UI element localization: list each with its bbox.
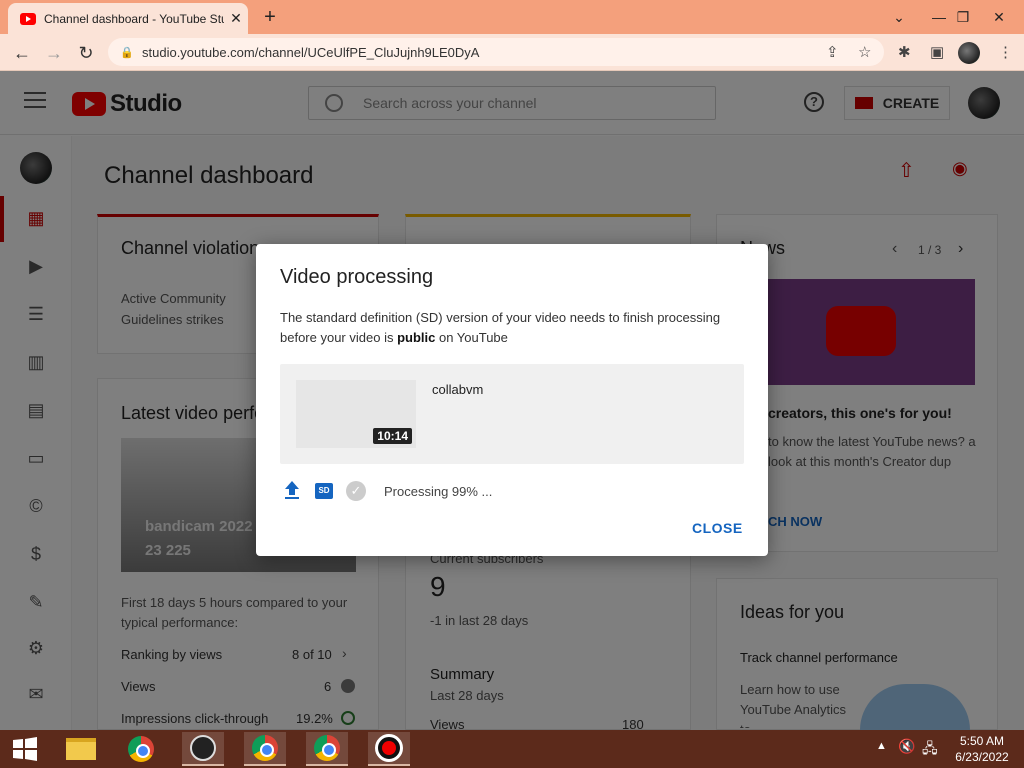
checks-complete-icon: ✓ (346, 481, 366, 501)
record-icon (375, 734, 403, 762)
new-tab-button[interactable]: + (258, 6, 282, 28)
tray-overflow-icon[interactable]: ▲ (876, 740, 887, 752)
share-icon[interactable]: ⇪ (826, 43, 839, 61)
url-field[interactable]: 🔒 studio.youtube.com/channel/UCeUlfPE_Cl… (108, 38, 884, 66)
close-button[interactable]: CLOSE (692, 520, 743, 536)
video-processing-dialog: Video processing The standard definition… (256, 244, 768, 556)
recorder-app[interactable] (368, 732, 410, 766)
side-panel-icon[interactable]: ▣ (930, 43, 944, 61)
clock-time: 5:50 AM (959, 734, 1005, 748)
youtube-favicon-icon (20, 12, 36, 25)
upload-icon (285, 481, 299, 499)
dialog-title: Video processing (280, 266, 434, 288)
chrome-profile-app[interactable] (244, 732, 286, 766)
chrome-profile-app-2[interactable] (306, 732, 348, 766)
visibility-status: public (397, 330, 436, 345)
obs-app[interactable] (182, 732, 224, 766)
obs-icon (190, 735, 216, 761)
video-thumbnail[interactable]: 10:14 (296, 380, 416, 448)
video-duration: 10:14 (373, 428, 412, 444)
sd-processing-icon: SD (315, 483, 333, 499)
browser-menu-icon[interactable]: ⋮ (998, 43, 1013, 61)
reload-icon[interactable]: ↻ (74, 41, 98, 65)
browser-tab[interactable]: Channel dashboard - YouTube Studio ✕ (8, 3, 248, 34)
start-button[interactable] (4, 732, 46, 766)
bookmark-star-icon[interactable]: ☆ (858, 43, 871, 61)
tab-search-icon[interactable]: ⌄ (882, 0, 916, 34)
system-clock[interactable]: 5:50 AM 6/23/2022 (950, 733, 1014, 765)
windows-logo-icon (13, 737, 37, 761)
video-item: 10:14 collabvm (280, 364, 744, 464)
network-icon[interactable]: 🖧 (922, 738, 938, 762)
chrome-icon (128, 736, 154, 762)
url-text: studio.youtube.com/channel/UCeUlfPE_CluJ… (142, 44, 480, 60)
clock-date: 6/23/2022 (955, 750, 1009, 764)
back-arrow-icon[interactable]: ← (10, 41, 34, 65)
dialog-message: The standard definition (SD) version of … (280, 310, 721, 345)
volume-muted-icon[interactable]: 🔇 (898, 738, 915, 755)
tab-title: Channel dashboard - YouTube Studio (44, 11, 224, 26)
processing-status: Processing 99% ... (384, 484, 493, 499)
forward-arrow-icon[interactable]: → (42, 41, 66, 65)
profile-avatar[interactable] (958, 42, 980, 64)
close-window-button[interactable]: ✕ (982, 0, 1016, 34)
restore-button[interactable]: ❐ (946, 0, 980, 34)
tab-close-icon[interactable]: ✕ (224, 10, 248, 27)
file-explorer-app[interactable] (60, 732, 102, 766)
chrome-icon (252, 735, 278, 761)
video-title: collabvm (432, 382, 484, 397)
chrome-app[interactable] (120, 732, 162, 766)
lock-icon: 🔒 (120, 46, 134, 59)
extensions-icon[interactable]: ✱ (898, 43, 911, 61)
folder-icon (66, 738, 96, 760)
chrome-icon (314, 735, 340, 761)
